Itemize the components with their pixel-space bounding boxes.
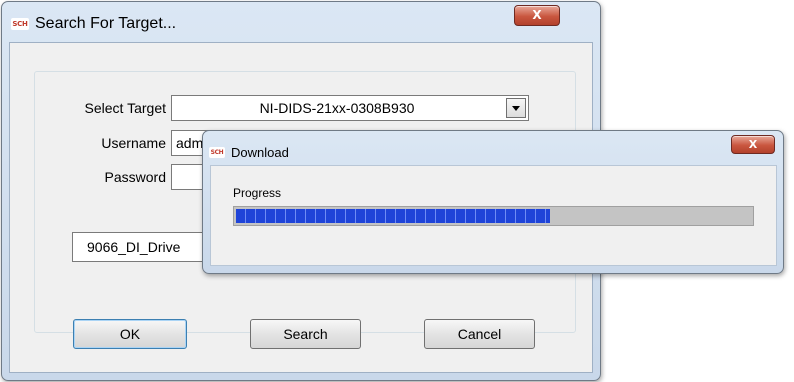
download-progress-bar [233, 206, 754, 226]
download-client-area: Progress [210, 165, 777, 266]
download-title: Download [231, 145, 289, 160]
app-icon: SCH [11, 18, 29, 30]
select-target-label: Select Target [84, 100, 166, 116]
ok-button[interactable]: OK [73, 319, 187, 349]
main-titlebar[interactable]: SCH Search For Target... X [2, 2, 600, 42]
search-button[interactable]: Search [250, 319, 361, 349]
select-target-value: NI-DIDS-21xx-0308B930 [259, 100, 415, 116]
close-icon: X [748, 138, 758, 151]
close-button[interactable]: X [514, 5, 560, 26]
window-title: Search For Target... [35, 15, 177, 32]
download-dialog: SCH Download X Progress [202, 130, 784, 274]
username-label: Username [101, 135, 166, 151]
download-close-button[interactable]: X [731, 135, 775, 154]
progress-fill [236, 209, 550, 223]
cancel-button[interactable]: Cancel [424, 319, 535, 349]
password-label: Password [104, 169, 166, 185]
chevron-down-icon [512, 105, 520, 111]
download-titlebar[interactable]: SCH Download X [203, 131, 783, 165]
download-app-icon: SCH [209, 147, 225, 158]
close-icon: X [532, 8, 542, 22]
dropdown-button[interactable] [506, 98, 526, 118]
progress-label: Progress [233, 186, 282, 200]
select-target-dropdown[interactable]: NI-DIDS-21xx-0308B930 [171, 95, 529, 121]
